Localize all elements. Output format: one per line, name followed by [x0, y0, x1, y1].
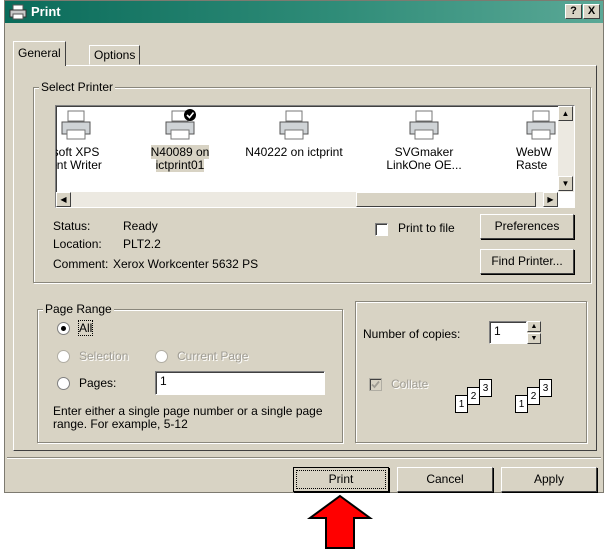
collate-page-icon: 2 [527, 387, 540, 405]
printer-item-selected[interactable]: N40089 on ictprint01 [132, 108, 228, 172]
printer-item[interactable]: WebW Raste [496, 108, 566, 172]
printer-list[interactable]: soft XPS ent Writer N40089 on ictprint01… [55, 105, 575, 208]
collate-page-icon: 1 [515, 395, 528, 413]
printer-item[interactable]: soft XPS ent Writer [55, 108, 124, 172]
spinner-up-arrow-icon[interactable]: ▲ [527, 321, 541, 332]
scroll-up-arrow-icon[interactable]: ▲ [558, 106, 573, 121]
spinner-down-arrow-icon[interactable]: ▼ [527, 333, 541, 344]
close-button[interactable]: X [583, 4, 600, 19]
collate-page-icon: 2 [467, 387, 480, 405]
scroll-left-arrow-icon[interactable]: ◀ [56, 192, 71, 207]
pages-label: Pages: [79, 376, 117, 390]
pages-radio[interactable] [57, 377, 70, 390]
horizontal-scrollbar[interactable]: ◀ ▶ [56, 192, 558, 207]
number-of-copies-label: Number of copies: [363, 327, 461, 341]
printer-name: LinkOne OE... [386, 158, 462, 172]
printer-name: ictprint01 [155, 158, 205, 172]
scroll-down-arrow-icon[interactable]: ▼ [558, 176, 573, 191]
cancel-button[interactable]: Cancel [397, 467, 493, 492]
printer-icon [526, 110, 556, 140]
vertical-scrollbar[interactable]: ▲ ▼ [558, 106, 574, 192]
scroll-thumb[interactable] [356, 192, 536, 207]
scroll-right-arrow-icon[interactable]: ▶ [543, 192, 558, 207]
comment-label: Comment: [53, 257, 109, 271]
printer-name: ent Writer [55, 158, 102, 172]
printer-icon [409, 110, 439, 140]
page-range-legend: Page Range [43, 302, 114, 316]
printer-icon [165, 109, 196, 140]
select-printer-legend: Select Printer [39, 80, 116, 94]
current-page-label: Current Page [177, 349, 249, 363]
pages-input-value: 1 [160, 374, 167, 388]
printer-name: N40222 on ictprint [245, 145, 343, 159]
collate-page-icon: 3 [479, 379, 492, 397]
collate-page-icon: 3 [539, 379, 552, 397]
apply-button[interactable]: Apply [501, 467, 597, 492]
current-page-radio [155, 350, 168, 363]
red-arrow-icon [306, 494, 374, 549]
pages-input[interactable]: 1 [155, 371, 325, 395]
tab-options[interactable]: Options [89, 45, 141, 65]
status-label: Status: [53, 219, 91, 233]
print-dialog: Print ? X General Options Select Printer… [4, 0, 604, 493]
checkmark-icon [371, 380, 380, 389]
page-range-hint: Enter either a single page number or a s… [53, 404, 323, 431]
collate-label: Collate [391, 377, 429, 391]
printer-item[interactable]: SVGmaker LinkOne OE... [376, 108, 472, 172]
selection-label: Selection [79, 349, 129, 363]
comment-value: Xerox Workcenter 5632 PS [113, 257, 259, 271]
help-button[interactable]: ? [565, 4, 582, 19]
tab-general[interactable]: General [13, 41, 66, 66]
number-of-copies-value: 1 [494, 324, 501, 338]
printer-icon [9, 4, 27, 23]
window-title: Print [31, 4, 61, 19]
title-bar[interactable]: Print ? X [5, 1, 603, 23]
printer-name: N40089 on [150, 145, 210, 159]
all-pages-radio[interactable] [57, 322, 70, 335]
print-to-file-label: Print to file [398, 221, 455, 235]
collate-illustration: 3 2 1 [515, 379, 579, 425]
location-value: PLT2.2 [123, 237, 161, 251]
printer-icon [61, 110, 91, 140]
printer-item[interactable]: N40222 on ictprint [232, 108, 356, 159]
selection-radio [57, 350, 70, 363]
tab-general-label: General [18, 46, 61, 60]
footer-divider [7, 457, 601, 458]
copies-spinner[interactable]: ▲ ▼ [527, 321, 541, 344]
number-of-copies-input[interactable]: 1 [489, 321, 527, 344]
status-value: Ready [123, 219, 158, 233]
print-to-file-checkbox[interactable] [375, 223, 388, 236]
printer-icon [279, 110, 309, 140]
preferences-button[interactable]: Preferences [480, 214, 574, 239]
collate-illustration: 3 2 1 [455, 379, 519, 425]
print-button[interactable]: Print [293, 467, 389, 492]
collate-page-icon: 1 [455, 395, 468, 413]
location-label: Location: [53, 237, 102, 251]
collate-checkbox [369, 378, 382, 391]
find-printer-button[interactable]: Find Printer... [480, 249, 574, 274]
tab-options-label: Options [94, 48, 136, 62]
all-pages-label: All [77, 320, 94, 336]
